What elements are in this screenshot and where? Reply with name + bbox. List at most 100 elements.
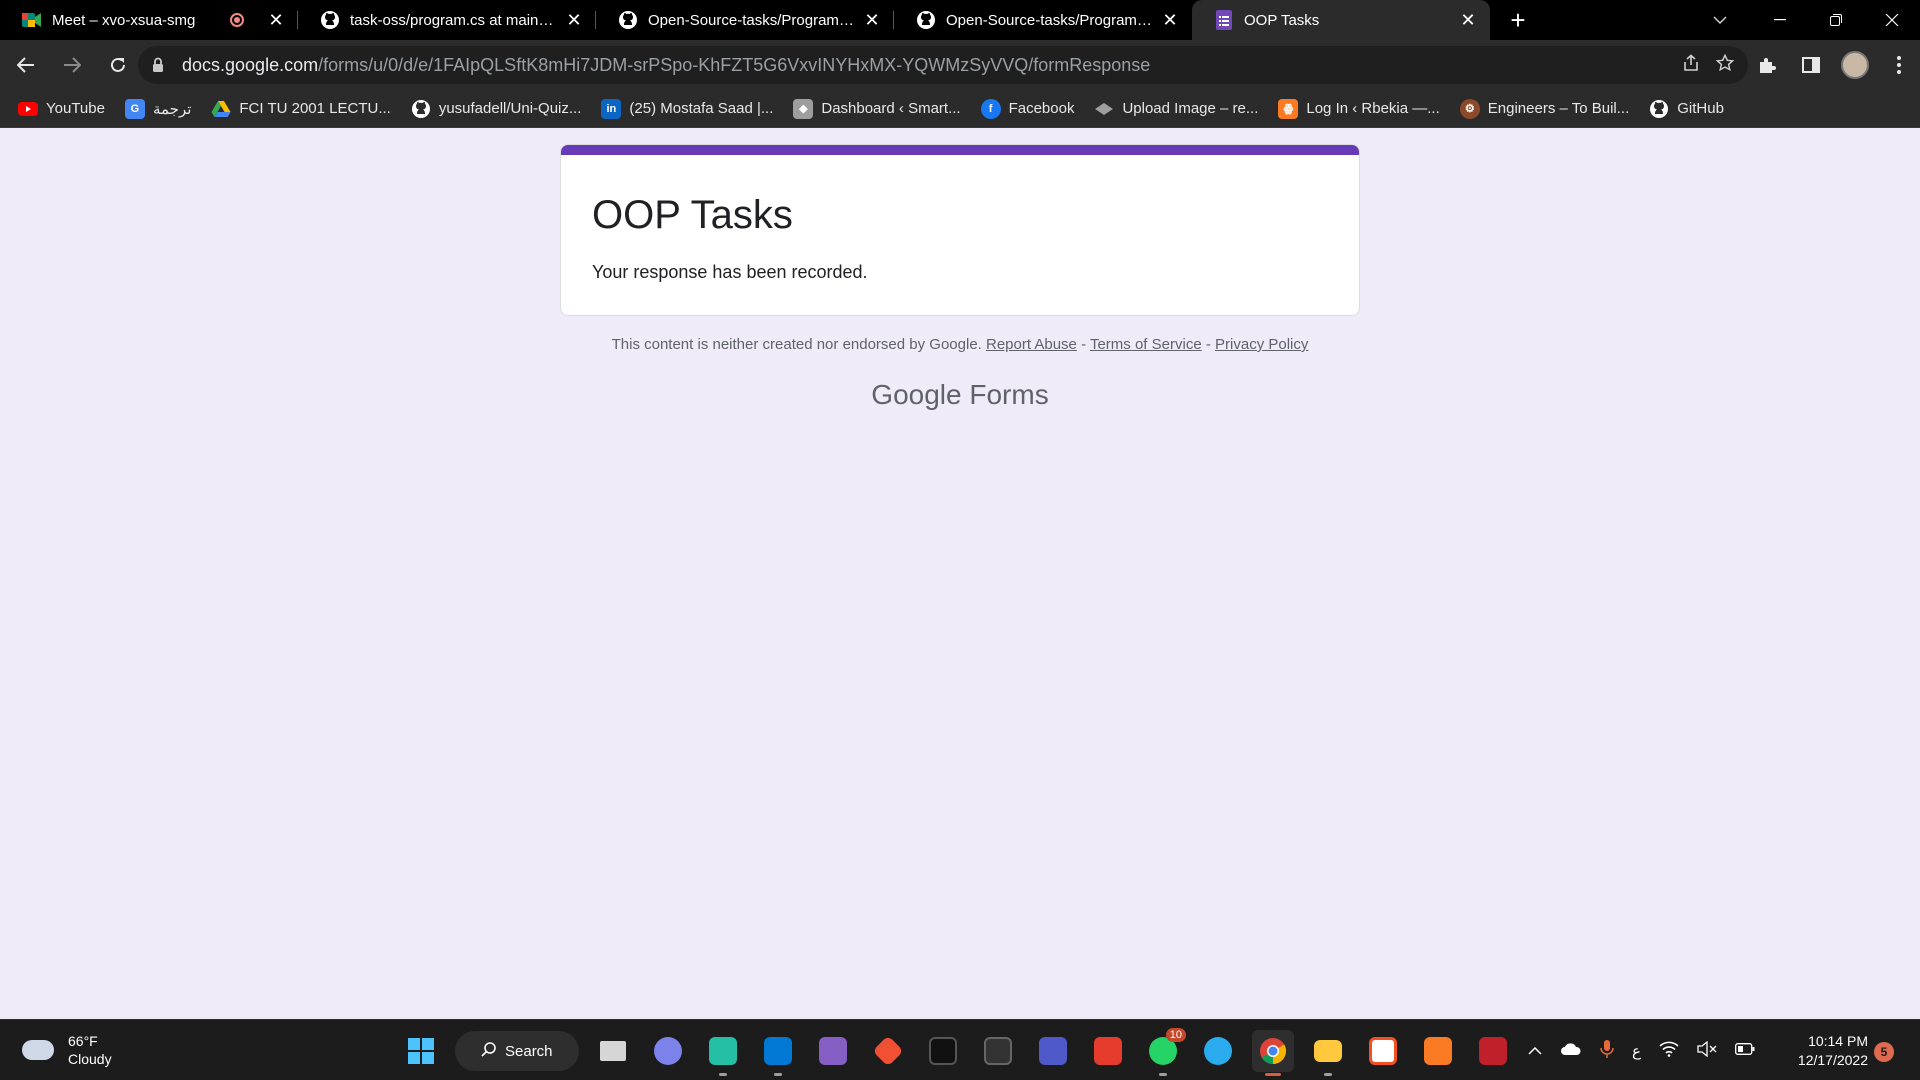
wifi-icon[interactable] [1659,1041,1679,1061]
tab-github-program-2[interactable]: Open-Source-tasks/Program.cs a ✕ [894,0,1192,40]
start-button[interactable] [400,1030,442,1072]
upload-icon [1094,99,1114,119]
address-bar[interactable]: docs.google.com/forms/u/0/d/e/1FAIpQLSft… [138,46,1748,84]
system-clock[interactable]: 10:14 PM 12/17/2022 [1792,1032,1868,1070]
google-forms-logo[interactable]: Google Forms [0,379,1920,411]
file-explorer-icon[interactable] [1307,1030,1349,1076]
bookmark-label: GitHub [1677,100,1724,117]
privacy-link[interactable]: Privacy Policy [1215,336,1308,353]
bookmark-engineers[interactable]: ⚙ Engineers – To Buil... [1459,98,1630,119]
xampp-icon: ꙮ [1278,98,1299,119]
response-message: Your response has been recorded. [592,262,868,282]
terms-link[interactable]: Terms of Service [1090,336,1202,353]
tab-github-task-oss[interactable]: task-oss/program.cs at main · mo ✕ [298,0,596,40]
teams-icon[interactable] [1032,1030,1074,1072]
meet-icon [22,10,42,30]
bookmark-star-icon[interactable] [1715,53,1735,77]
task-view-icon[interactable] [592,1030,634,1072]
screen-recorder-icon[interactable] [1472,1030,1514,1072]
volume-muted-icon[interactable] [1697,1040,1717,1061]
site-icon: ◆ [793,98,814,119]
menu-kebab-icon[interactable] [1884,50,1914,80]
powershell-icon[interactable] [977,1030,1019,1072]
vscode-insiders-icon[interactable] [702,1030,744,1076]
notification-count-badge[interactable]: 5 [1874,1042,1894,1062]
tab-meet[interactable]: Meet – xvo-xsua-smg ✕ [0,0,298,40]
back-icon[interactable] [6,45,46,85]
engineers-icon: ⚙ [1459,98,1480,119]
clock-time: 10:14 PM [1808,1033,1868,1049]
search-label: Search [505,1042,553,1060]
weather-widget[interactable]: 66°F Cloudy [22,1032,112,1068]
bookmark-label: yusufadell/Uni-Quiz... [438,100,582,117]
side-panel-icon[interactable] [1796,50,1826,80]
github-icon [320,10,340,30]
tab-title: Meet – xvo-xsua-smg [52,11,196,29]
tab-title: OOP Tasks [1244,11,1320,29]
bookmark-label: Engineers – To Buil... [1487,100,1630,117]
github-icon [618,10,638,30]
bookmark-linkedin[interactable]: in (25) Mostafa Saad |... [601,98,774,119]
restore-icon[interactable] [1808,0,1864,40]
git-gui-icon[interactable] [867,1030,909,1072]
bookmark-rbekia[interactable]: ꙮ Log In ‹ Rbekia —... [1278,98,1440,119]
bookmark-label: Facebook [1008,100,1075,117]
minimize-icon[interactable] [1752,0,1808,40]
bookmark-facebook[interactable]: f Facebook [980,98,1075,119]
bookmark-uni-quiz[interactable]: yusufadell/Uni-Quiz... [411,99,582,119]
lock-icon[interactable] [152,57,166,73]
bookmark-translate[interactable]: G ترجمة [124,98,192,119]
new-tab-button[interactable]: + [1498,0,1538,40]
onedrive-icon[interactable] [1560,1042,1582,1060]
bookmark-label: (25) Mostafa Saad |... [629,100,774,117]
chrome-icon[interactable] [1252,1030,1294,1076]
bookmarks-bar: YouTube G ترجمة FCI TU 2001 LECTU... yus… [0,90,1920,128]
visual-studio-icon[interactable] [812,1030,854,1072]
close-tab-icon[interactable]: ✕ [266,10,286,30]
close-tab-icon[interactable]: ✕ [1458,10,1478,30]
link-separator: - [1076,336,1090,353]
bookmark-upload-image[interactable]: Upload Image – re... [1094,99,1258,119]
whatsapp-icon[interactable]: 10 [1142,1028,1186,1076]
share-icon[interactable] [1682,53,1700,77]
bookmark-label: ترجمة [152,100,192,118]
bookmark-drive[interactable]: FCI TU 2001 LECTU... [211,99,391,119]
url-path: /forms/u/0/d/e/1FAIpQLSftK8mHi7JDM-srPSp… [318,54,1151,75]
close-tab-icon[interactable]: ✕ [862,10,882,30]
close-tab-icon[interactable]: ✕ [1160,10,1180,30]
tab-github-program-1[interactable]: Open-Source-tasks/Program.cs a ✕ [596,0,894,40]
language-indicator[interactable]: ع [1632,1042,1641,1060]
disclaimer: This content is neither created nor endo… [0,336,1920,353]
bookmark-label: Upload Image – re... [1122,100,1259,117]
taskbar-search[interactable]: Search [455,1031,579,1071]
wps-office-icon[interactable] [1087,1030,1129,1072]
tab-search-chevron-icon[interactable] [1702,0,1738,40]
report-abuse-link[interactable]: Report Abuse [986,336,1077,353]
close-window-icon[interactable] [1864,0,1920,40]
form-accent-band [561,145,1359,155]
windows-taskbar: 66°F Cloudy Search 10 ع 10:14 PM 12/17/2… [0,1019,1920,1080]
battery-icon[interactable] [1735,1042,1755,1059]
microsoft-store-icon[interactable] [1362,1030,1404,1072]
show-hidden-icons-chevron-icon[interactable] [1528,1042,1542,1059]
xampp-icon[interactable] [1417,1030,1459,1072]
bookmark-youtube[interactable]: YouTube [18,99,105,119]
close-tab-icon[interactable]: ✕ [564,10,584,30]
search-icon [481,1041,497,1061]
vscode-icon[interactable] [757,1030,799,1076]
terminal-icon[interactable] [922,1030,964,1072]
teams-chat-icon[interactable] [647,1030,689,1072]
tab-title: Open-Source-tasks/Program.cs a [648,11,854,29]
telegram-icon[interactable] [1197,1030,1239,1072]
forward-icon[interactable] [52,45,92,85]
bookmark-github[interactable]: GitHub [1649,99,1724,119]
reload-icon[interactable] [98,45,138,85]
tab-oop-tasks[interactable]: OOP Tasks ✕ [1192,0,1490,40]
link-separator: - [1201,336,1216,353]
logo-google: Google [871,379,962,410]
bookmark-dashboard[interactable]: ◆ Dashboard ‹ Smart... [793,98,961,119]
extensions-icon[interactable] [1752,50,1782,80]
microphone-icon[interactable] [1600,1039,1614,1063]
avatar [1841,51,1869,79]
profile-avatar[interactable] [1840,50,1870,80]
